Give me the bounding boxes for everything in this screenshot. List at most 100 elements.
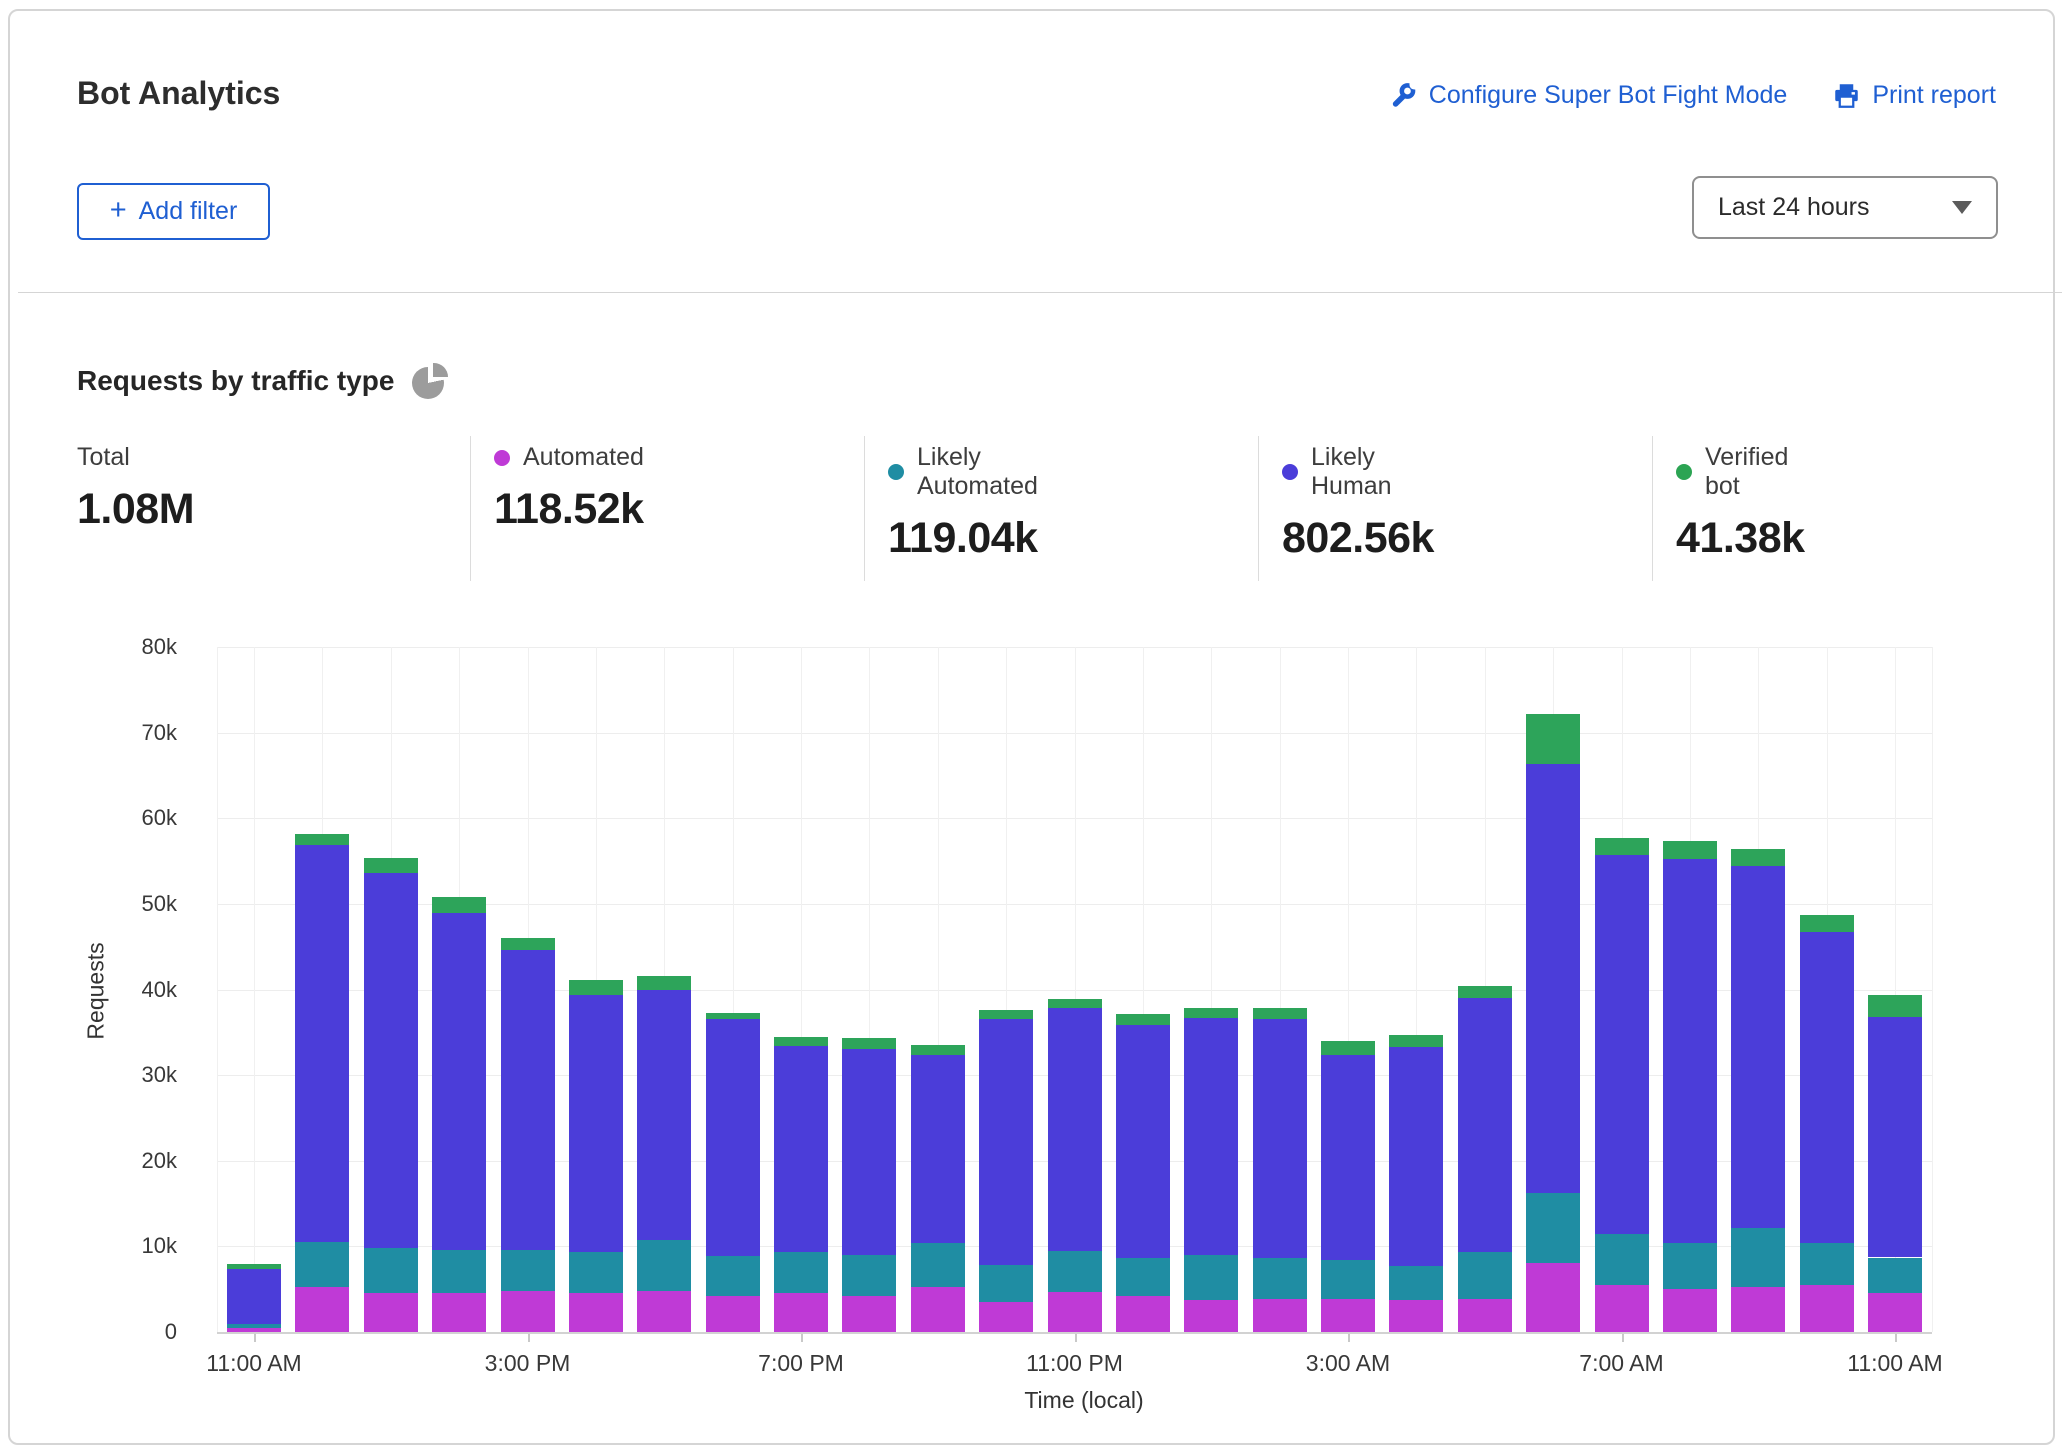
bar-segment-automated[interactable] bbox=[1731, 1287, 1786, 1332]
bar-segment-likely_automated[interactable] bbox=[1526, 1193, 1581, 1263]
bar-segment-verified_bot[interactable] bbox=[1799, 915, 1854, 933]
bar-segment-verified_bot[interactable] bbox=[568, 980, 623, 995]
bar-segment-verified_bot[interactable] bbox=[1389, 1034, 1444, 1047]
bar-segment-likely_automated[interactable] bbox=[227, 1324, 281, 1328]
bar-segment-likely_automated[interactable] bbox=[295, 1242, 350, 1288]
bar-segment-likely_human[interactable] bbox=[1115, 1024, 1170, 1259]
bar-segment-likely_human[interactable] bbox=[910, 1055, 965, 1243]
bar-segment-verified_bot[interactable] bbox=[979, 1010, 1034, 1020]
bar-segment-likely_automated[interactable] bbox=[1799, 1242, 1854, 1285]
bar-segment-likely_automated[interactable] bbox=[1594, 1234, 1649, 1285]
bar-segment-likely_automated[interactable] bbox=[1662, 1242, 1717, 1290]
bar-segment-verified_bot[interactable] bbox=[227, 1264, 281, 1270]
bar-segment-automated[interactable] bbox=[1115, 1296, 1170, 1332]
bar-segment-likely_human[interactable] bbox=[1799, 932, 1854, 1243]
bar-segment-likely_human[interactable] bbox=[1252, 1018, 1307, 1259]
bar-segment-verified_bot[interactable] bbox=[1594, 837, 1649, 856]
bar-segment-likely_automated[interactable] bbox=[1389, 1266, 1444, 1301]
bar-segment-likely_human[interactable] bbox=[979, 1019, 1034, 1266]
bar-segment-likely_human[interactable] bbox=[1321, 1055, 1375, 1261]
bar-segment-verified_bot[interactable] bbox=[1321, 1040, 1375, 1056]
bar-segment-likely_automated[interactable] bbox=[1868, 1257, 1922, 1293]
bar-segment-likely_automated[interactable] bbox=[363, 1248, 418, 1293]
bar-segment-likely_automated[interactable] bbox=[979, 1265, 1034, 1303]
bar-segment-likely_human[interactable] bbox=[568, 994, 623, 1252]
bar-segment-likely_automated[interactable] bbox=[432, 1249, 487, 1294]
bar-segment-verified_bot[interactable] bbox=[774, 1037, 828, 1046]
bar-segment-automated[interactable] bbox=[774, 1292, 828, 1332]
bar-segment-verified_bot[interactable] bbox=[637, 975, 692, 991]
bar-segment-likely_automated[interactable] bbox=[910, 1242, 965, 1287]
bar-segment-likely_automated[interactable] bbox=[1321, 1260, 1375, 1299]
bar-segment-likely_human[interactable] bbox=[842, 1049, 897, 1255]
bar-segment-likely_automated[interactable] bbox=[1457, 1252, 1512, 1300]
bar-segment-verified_bot[interactable] bbox=[295, 833, 350, 845]
bar-segment-automated[interactable] bbox=[842, 1296, 897, 1332]
bar-segment-likely_human[interactable] bbox=[1868, 1016, 1922, 1258]
bar-segment-likely_human[interactable] bbox=[1184, 1017, 1239, 1255]
bar-segment-likely_human[interactable] bbox=[432, 913, 487, 1250]
bar-segment-verified_bot[interactable] bbox=[842, 1038, 897, 1050]
bar-segment-automated[interactable] bbox=[295, 1287, 350, 1332]
bar-segment-verified_bot[interactable] bbox=[1047, 998, 1102, 1009]
bar-segment-automated[interactable] bbox=[363, 1292, 418, 1332]
bar-segment-verified_bot[interactable] bbox=[1115, 1014, 1170, 1025]
bar-segment-likely_human[interactable] bbox=[1457, 998, 1512, 1253]
bar-segment-automated[interactable] bbox=[1457, 1299, 1512, 1332]
bar-segment-verified_bot[interactable] bbox=[500, 938, 555, 951]
bar-segment-automated[interactable] bbox=[432, 1293, 487, 1332]
bar-segment-likely_automated[interactable] bbox=[637, 1240, 692, 1291]
bar-segment-verified_bot[interactable] bbox=[1868, 994, 1922, 1017]
bar-segment-automated[interactable] bbox=[568, 1292, 623, 1332]
bar-segment-likely_automated[interactable] bbox=[500, 1249, 555, 1291]
bar-segment-likely_human[interactable] bbox=[774, 1046, 828, 1253]
bar-segment-automated[interactable] bbox=[705, 1296, 760, 1332]
bar-segment-verified_bot[interactable] bbox=[705, 1012, 760, 1020]
bar-segment-verified_bot[interactable] bbox=[1252, 1008, 1307, 1019]
bar-segment-automated[interactable] bbox=[1321, 1298, 1375, 1332]
bar-segment-likely_human[interactable] bbox=[295, 844, 350, 1243]
bar-segment-likely_automated[interactable] bbox=[1047, 1250, 1102, 1292]
bar-segment-verified_bot[interactable] bbox=[1184, 1008, 1239, 1018]
bar-segment-automated[interactable] bbox=[1252, 1298, 1307, 1332]
bar-segment-automated[interactable] bbox=[1389, 1300, 1444, 1332]
bar-segment-likely_automated[interactable] bbox=[842, 1254, 897, 1297]
bar-segment-verified_bot[interactable] bbox=[1526, 713, 1581, 765]
bar-segment-likely_automated[interactable] bbox=[1115, 1258, 1170, 1297]
bar-segment-likely_human[interactable] bbox=[227, 1269, 281, 1325]
bar-segment-automated[interactable] bbox=[637, 1290, 692, 1332]
bar-segment-likely_human[interactable] bbox=[1047, 1008, 1102, 1251]
bar-segment-likely_human[interactable] bbox=[1662, 859, 1717, 1243]
bar-segment-likely_human[interactable] bbox=[705, 1019, 760, 1256]
bar-segment-verified_bot[interactable] bbox=[910, 1045, 965, 1056]
bar-segment-verified_bot[interactable] bbox=[1731, 849, 1786, 867]
bar-segment-automated[interactable] bbox=[979, 1302, 1034, 1332]
bar-segment-likely_human[interactable] bbox=[637, 990, 692, 1241]
bar-segment-verified_bot[interactable] bbox=[1662, 841, 1717, 860]
bar-segment-automated[interactable] bbox=[910, 1286, 965, 1332]
bar-segment-likely_human[interactable] bbox=[1526, 764, 1581, 1194]
bar-segment-automated[interactable] bbox=[1184, 1300, 1239, 1332]
bar-segment-likely_human[interactable] bbox=[500, 950, 555, 1250]
bar-segment-likely_automated[interactable] bbox=[1731, 1227, 1786, 1288]
bar-segment-automated[interactable] bbox=[1662, 1289, 1717, 1332]
bar-segment-likely_automated[interactable] bbox=[1184, 1254, 1239, 1301]
bar-segment-automated[interactable] bbox=[1594, 1284, 1649, 1332]
bar-segment-automated[interactable] bbox=[1047, 1291, 1102, 1332]
bar-segment-automated[interactable] bbox=[500, 1290, 555, 1332]
bar-segment-automated[interactable] bbox=[1799, 1284, 1854, 1332]
bar-segment-verified_bot[interactable] bbox=[363, 858, 418, 874]
bar-segment-verified_bot[interactable] bbox=[1457, 986, 1512, 999]
bar-segment-likely_automated[interactable] bbox=[705, 1255, 760, 1297]
bar-segment-likely_human[interactable] bbox=[1389, 1046, 1444, 1267]
bar-segment-verified_bot[interactable] bbox=[432, 897, 487, 914]
bar-segment-likely_human[interactable] bbox=[363, 873, 418, 1249]
bar-segment-automated[interactable] bbox=[1526, 1262, 1581, 1332]
bar-segment-likely_human[interactable] bbox=[1731, 866, 1786, 1228]
bar-segment-likely_human[interactable] bbox=[1594, 855, 1649, 1235]
bar-segment-likely_automated[interactable] bbox=[774, 1252, 828, 1293]
bar-segment-automated[interactable] bbox=[227, 1327, 281, 1332]
bar-segment-likely_automated[interactable] bbox=[568, 1251, 623, 1293]
bar-segment-likely_automated[interactable] bbox=[1252, 1258, 1307, 1299]
bar-segment-automated[interactable] bbox=[1868, 1292, 1922, 1332]
